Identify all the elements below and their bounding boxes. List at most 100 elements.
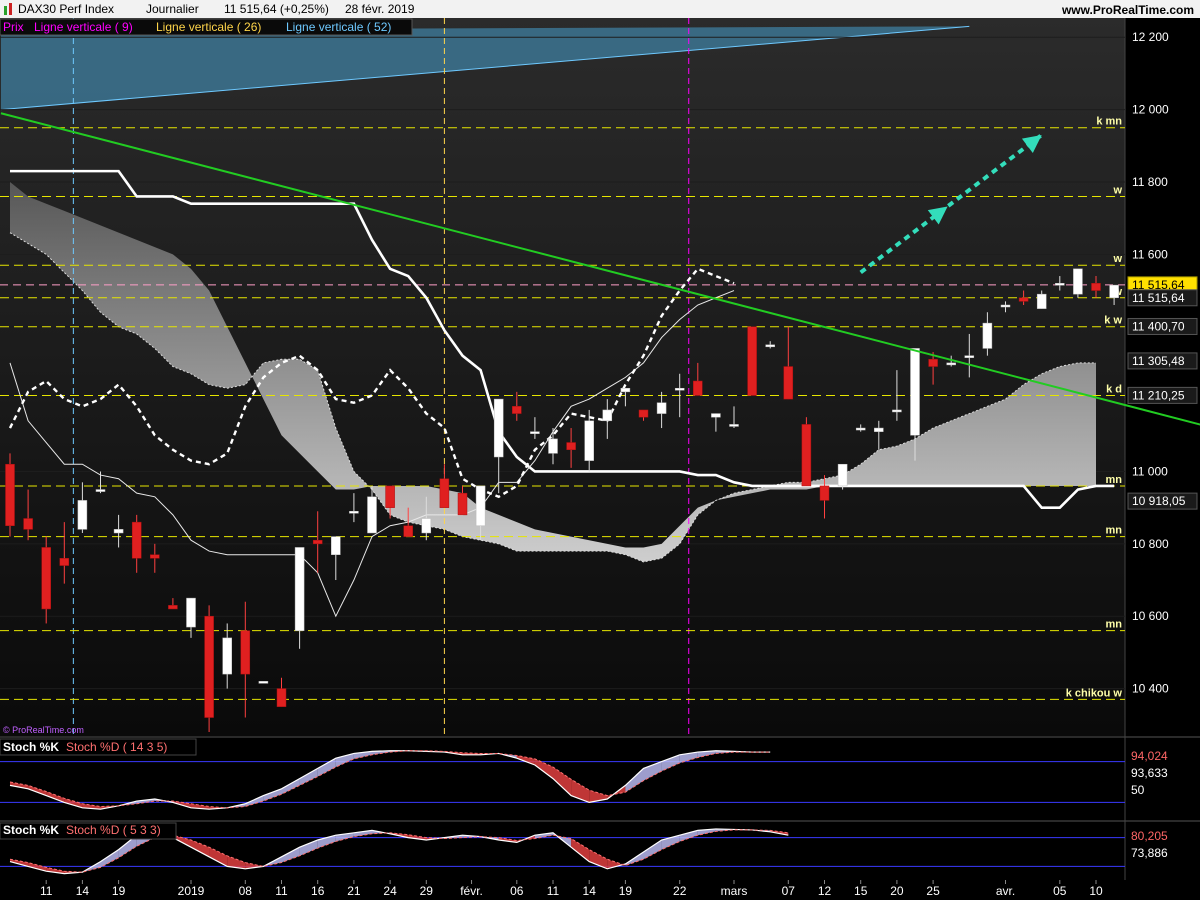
price-chart[interactable]: k mnwwwk wk dmnmnmnk chikou w 1114192019… [0,0,1200,900]
candle-body[interactable] [294,547,305,631]
candle-body[interactable] [674,387,685,391]
y-tick-label: 11 800 [1132,175,1168,189]
x-tick-label: 25 [926,884,940,898]
candle-body[interactable] [548,438,558,454]
candle-body[interactable] [747,326,757,396]
x-tick-label: 10 [1089,884,1103,898]
level-label: k chikou w [1066,687,1123,699]
stoch-badge-label: 94,024 [1131,749,1168,763]
candle-body[interactable] [530,431,540,434]
candle-body[interactable] [584,420,594,461]
x-tick-label: 22 [673,884,687,898]
stoch-badge-label: 93,633 [1131,766,1168,780]
candle-body[interactable] [113,529,124,534]
candle-body[interactable] [892,409,902,413]
candle-body[interactable] [23,518,33,530]
candle-body[interactable] [276,688,287,707]
candle-body[interactable] [1036,293,1047,309]
stoch1-k-label[interactable]: Stoch %K [3,740,59,754]
candle-body[interactable] [385,485,395,508]
candle-body[interactable] [95,489,106,492]
candle-body[interactable] [421,518,432,534]
candle-body[interactable] [1073,268,1083,295]
candle-body[interactable] [5,463,15,526]
stoch-badge-label: 80,205 [1131,829,1168,843]
x-tick-label: 2019 [178,884,205,898]
stoch-badge-label: 50 [1131,783,1145,797]
candle-body[interactable] [638,409,649,418]
date-label: 28 févr. 2019 [345,2,415,16]
legend-vline-9[interactable]: Ligne verticale ( 9) [34,20,133,34]
candle-body[interactable] [457,492,468,516]
price-badge-label: 11 210,25 [1132,388,1185,402]
candle-body[interactable] [77,500,88,530]
candle-body[interactable] [602,409,613,422]
candle-body[interactable] [204,615,214,718]
candle-body[interactable] [729,424,739,427]
candle-body[interactable] [693,380,703,396]
legend-vline-26[interactable]: Ligne verticale ( 26) [156,20,261,34]
candle-body[interactable] [801,424,812,487]
y-tick-label: 11 600 [1132,247,1168,261]
candle-body[interactable] [168,605,178,610]
candle-body[interactable] [1000,304,1011,308]
x-tick-label: 21 [347,884,361,898]
candle-body[interactable] [874,427,884,432]
x-tick-label: 29 [420,884,434,898]
candle-body[interactable] [910,348,920,436]
candle-body[interactable] [59,558,70,566]
stoch2-k-label[interactable]: Stoch %K [3,823,59,837]
x-tick-label: 19 [112,884,126,898]
x-tick-label: 24 [383,884,397,898]
candle-body[interactable] [312,539,323,545]
candle-body[interactable] [150,554,160,559]
candle-body[interactable] [783,366,794,400]
x-tick-label: 07 [782,884,796,898]
price-badge-label: 11 515,64 [1132,291,1185,305]
candle-body[interactable] [819,485,830,501]
candle-body[interactable] [258,681,269,684]
candle-body[interactable] [656,402,667,414]
stoch-badge-label: 73,886 [1131,846,1168,860]
y-tick-label: 10 400 [1132,682,1169,696]
site-label[interactable]: www.ProRealTime.com [1061,3,1194,17]
candle-body[interactable] [1018,297,1029,302]
level-label: mn [1106,474,1123,486]
candle-body[interactable] [439,478,450,508]
candle-body[interactable] [240,630,251,675]
candle-body[interactable] [1091,283,1101,291]
candle-body[interactable] [367,496,377,534]
candle-body[interactable] [493,398,504,458]
candle-body[interactable] [928,359,938,367]
legend-prix[interactable]: Prix [3,20,24,34]
candle-body[interactable] [946,362,956,366]
candle-body[interactable] [186,597,196,628]
candle-body[interactable] [620,387,631,393]
candle-body[interactable] [131,521,142,559]
x-axis-bg [0,880,1125,900]
candle-body[interactable] [964,355,975,358]
stoch1-d-label[interactable]: Stoch %D ( 14 3 5) [66,740,167,754]
candle-body[interactable] [41,547,51,610]
candle-body[interactable] [331,536,341,555]
candle-body[interactable] [765,344,775,348]
candle-body[interactable] [982,322,993,349]
candle-body[interactable] [1055,283,1065,286]
stoch2-d-label[interactable]: Stoch %D ( 5 3 3) [66,823,161,837]
candle-body[interactable] [837,463,848,487]
candle-body[interactable] [222,637,232,675]
level-label: w [1112,184,1122,196]
candle-body[interactable] [349,511,359,514]
x-tick-label: avr. [996,884,1015,898]
candle-body[interactable] [855,427,866,431]
x-tick-label: mars [721,884,748,898]
y-tick-label: 11 000 [1132,464,1168,478]
candle-body[interactable] [1109,284,1119,299]
candle-body[interactable] [512,406,522,414]
candle-body[interactable] [711,413,721,418]
candle-body[interactable] [403,525,413,537]
legend-vline-52[interactable]: Ligne verticale ( 52) [286,20,391,34]
candle-body[interactable] [566,442,576,451]
candle-body[interactable] [475,485,486,526]
level-label: k mn [1096,116,1122,128]
